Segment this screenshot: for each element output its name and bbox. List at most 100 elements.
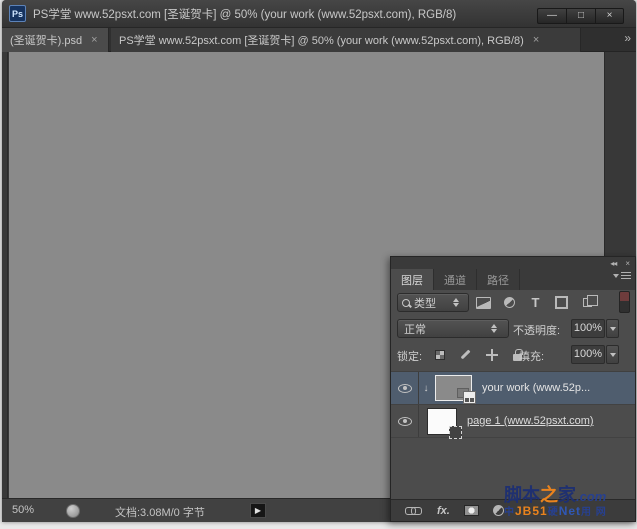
layer-thumbnail[interactable] bbox=[435, 375, 472, 401]
fill-label: 填充: bbox=[519, 348, 544, 364]
watermark-text: 脚本 bbox=[504, 485, 540, 505]
menu-triangle-icon bbox=[613, 274, 619, 278]
lock-pixels-button[interactable] bbox=[457, 347, 474, 362]
status-expand-button[interactable]: ▶ bbox=[250, 503, 266, 518]
blend-opacity-row: 正常 不透明度: 100% bbox=[391, 319, 635, 339]
watermark-text: JB51 bbox=[515, 504, 548, 518]
tab-shengdan-heka[interactable]: (圣诞贺卡).psd × bbox=[2, 28, 109, 52]
close-panel-icon[interactable]: × bbox=[625, 259, 629, 268]
titlebar: Ps PS学堂 www.52psxt.com [圣诞贺卡] @ 50% (you… bbox=[2, 0, 636, 28]
add-layer-mask-button[interactable] bbox=[464, 505, 479, 516]
filter-kind-label: 类型 bbox=[414, 295, 436, 311]
visibility-cell[interactable] bbox=[391, 405, 419, 437]
close-button[interactable]: × bbox=[595, 8, 624, 24]
filter-shape-layers-button[interactable] bbox=[553, 295, 570, 310]
filter-pixel-layers-button[interactable] bbox=[475, 295, 492, 310]
blend-mode-value: 正常 bbox=[404, 321, 426, 337]
layer-filter-row: 类型 T bbox=[391, 293, 635, 313]
tab-label: PS学堂 www.52psxt.com [圣诞贺卡] @ 50% (your w… bbox=[119, 32, 524, 48]
collapse-panel-icon[interactable]: ◂◂ bbox=[610, 259, 616, 268]
watermark-line-1: 脚本之家.com bbox=[504, 486, 607, 505]
watermark-text: 用 网 bbox=[581, 507, 607, 518]
smart-object-badge-icon bbox=[463, 391, 476, 404]
menu-lines-icon bbox=[621, 272, 631, 280]
text-icon: T bbox=[532, 296, 540, 309]
layers-panel: ◂◂ × 图层 通道 路径 类型 T bbox=[390, 256, 636, 522]
adjustment-icon bbox=[504, 297, 515, 308]
watermark-text: 家 bbox=[558, 485, 576, 505]
tab-close-icon[interactable]: × bbox=[533, 34, 539, 46]
filter-adjustment-layers-button[interactable] bbox=[501, 295, 518, 310]
tab-close-icon[interactable]: × bbox=[91, 34, 97, 46]
jb51-watermark: 脚本之家.com 中JB51硬Net用 网 bbox=[504, 486, 607, 518]
adjustment-icon bbox=[493, 505, 504, 516]
status-circle-icon bbox=[66, 504, 80, 518]
lock-transparency-button[interactable] bbox=[431, 347, 448, 362]
filter-on-off-toggle[interactable] bbox=[619, 291, 630, 313]
opacity-value-field[interactable]: 100% bbox=[571, 319, 605, 338]
move-icon bbox=[486, 349, 498, 361]
fill-dropdown-arrow[interactable] bbox=[606, 345, 619, 364]
link-icon bbox=[405, 507, 423, 515]
page: Ps PS学堂 www.52psxt.com [圣诞贺卡] @ 50% (you… bbox=[0, 0, 637, 529]
dropdown-updown-icon bbox=[452, 298, 460, 307]
watermark-text: 之 bbox=[540, 485, 558, 505]
filter-smart-objects-button[interactable] bbox=[579, 295, 596, 310]
visibility-cell[interactable] bbox=[391, 372, 419, 404]
filter-type-layers-button[interactable]: T bbox=[527, 295, 544, 310]
tab-layers[interactable]: 图层 bbox=[391, 269, 434, 290]
layer-row-your-work[interactable]: ↓ your work (www.52p... bbox=[391, 372, 635, 405]
window-title: PS学堂 www.52psxt.com [圣诞贺卡] @ 50% (your w… bbox=[33, 6, 456, 22]
blend-mode-dropdown[interactable]: 正常 bbox=[397, 319, 509, 338]
fill-value-field[interactable]: 100% bbox=[571, 345, 605, 364]
smart-object-icon bbox=[583, 298, 592, 307]
tab-channels[interactable]: 通道 bbox=[434, 269, 477, 290]
layer-style-button[interactable]: fx. bbox=[437, 505, 450, 517]
watermark-text: 中 bbox=[504, 507, 515, 518]
panel-menu-icon[interactable] bbox=[613, 272, 631, 280]
picture-icon bbox=[476, 297, 491, 309]
lock-icons bbox=[431, 347, 526, 362]
watermark-text: .com bbox=[576, 489, 606, 504]
filter-kind-dropdown[interactable]: 类型 bbox=[397, 293, 469, 312]
filter-type-icons: T bbox=[475, 295, 596, 310]
layer-list: ↓ your work (www.52p... page 1 (www.52ps… bbox=[391, 371, 635, 501]
maximize-button[interactable]: □ bbox=[566, 8, 595, 24]
tab-overflow-chevron-icon[interactable]: » bbox=[624, 31, 629, 45]
layer-name[interactable]: page 1 (www.52psxt.com) bbox=[467, 415, 594, 427]
clipping-mask-arrow-icon: ↓ bbox=[419, 383, 433, 394]
zoom-level-field[interactable]: 50% bbox=[12, 504, 34, 516]
link-layers-button[interactable] bbox=[405, 507, 423, 515]
eye-icon bbox=[398, 384, 412, 393]
lock-fill-row: 锁定: 填充: 100% bbox=[391, 345, 635, 365]
vector-badge-icon bbox=[449, 426, 462, 439]
shape-icon bbox=[556, 297, 567, 308]
dropdown-updown-icon bbox=[490, 324, 498, 333]
lock-label: 锁定: bbox=[397, 348, 422, 364]
watermark-text: Net bbox=[559, 504, 581, 518]
layer-thumbnail[interactable] bbox=[427, 408, 457, 435]
document-tabbar: (圣诞贺卡).psd × PS学堂 www.52psxt.com [圣诞贺卡] … bbox=[2, 28, 636, 52]
photoshop-logo-icon: Ps bbox=[9, 5, 26, 22]
tab-label: (圣诞贺卡).psd bbox=[10, 32, 82, 48]
opacity-label: 不透明度: bbox=[513, 322, 560, 338]
eye-icon bbox=[398, 417, 412, 426]
brush-icon bbox=[461, 350, 471, 360]
layer-row-page-1[interactable]: page 1 (www.52psxt.com) bbox=[391, 405, 635, 438]
layer-mask-icon bbox=[464, 505, 479, 516]
minimize-button[interactable]: — bbox=[537, 8, 566, 24]
left-edge-strip bbox=[2, 52, 8, 498]
layer-name[interactable]: your work (www.52p... bbox=[482, 382, 590, 394]
panel-tabs: 图层 通道 路径 bbox=[391, 269, 635, 290]
panel-header: ◂◂ × bbox=[391, 257, 635, 269]
search-icon bbox=[402, 299, 410, 307]
fx-icon: fx. bbox=[437, 505, 450, 517]
tab-your-work[interactable]: PS学堂 www.52psxt.com [圣诞贺卡] @ 50% (your w… bbox=[111, 28, 581, 52]
document-size-info: 文档:3.08M/0 字节 bbox=[115, 504, 205, 520]
opacity-dropdown-arrow[interactable] bbox=[606, 319, 619, 338]
checkerboard-icon bbox=[435, 350, 445, 360]
tab-paths[interactable]: 路径 bbox=[477, 269, 520, 290]
add-adjustment-layer-button[interactable] bbox=[493, 505, 504, 516]
watermark-line-2: 中JB51硬Net用 网 bbox=[504, 505, 607, 519]
lock-position-button[interactable] bbox=[483, 347, 500, 362]
